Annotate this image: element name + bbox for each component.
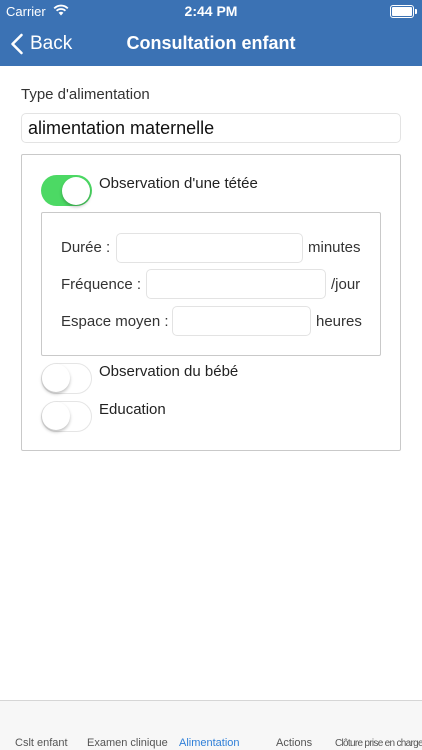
toggle-knob xyxy=(42,364,70,392)
frequency-label: Fréquence : xyxy=(61,276,142,293)
baby-observation-label: Observation du bébé xyxy=(99,363,239,380)
average-interval-input[interactable] xyxy=(172,306,311,336)
education-label: Education xyxy=(99,401,166,418)
status-time: 2:44 PM xyxy=(184,3,238,19)
feeding-observation-toggle[interactable] xyxy=(41,175,92,206)
duration-label: Durée : xyxy=(61,239,111,256)
feeding-fields-box: Durée : minutes Fréquence : /jour Espace… xyxy=(41,212,381,356)
tab-bar: Cslt enfant Examen clinique Alimentation… xyxy=(0,700,422,750)
baby-observation-toggle[interactable] xyxy=(41,363,92,394)
tab-cslt-enfant[interactable]: Cslt enfant xyxy=(15,737,68,749)
average-interval-unit: heures xyxy=(316,313,362,330)
education-toggle[interactable] xyxy=(41,401,92,432)
navigation-bar: Carrier 2:44 PM Back Consultation enfant xyxy=(0,0,422,66)
tab-examen-clinique[interactable]: Examen clinique xyxy=(87,737,168,749)
tab-alimentation[interactable]: Alimentation xyxy=(179,737,240,749)
status-bar: Carrier 2:44 PM xyxy=(0,0,422,22)
frequency-input[interactable] xyxy=(146,269,326,299)
feeding-observation-label: Observation d'une tétée xyxy=(99,175,258,192)
tab-cloture-prise-en-charge[interactable]: Clôture prise en charge xyxy=(335,738,422,749)
feeding-type-label: Type d'alimentation xyxy=(21,86,150,103)
tab-actions[interactable]: Actions xyxy=(276,737,312,749)
battery-icon xyxy=(390,5,417,18)
average-interval-label: Espace moyen : xyxy=(61,313,169,330)
duration-input[interactable] xyxy=(116,233,303,263)
page-title: Consultation enfant xyxy=(126,33,296,53)
toggle-knob xyxy=(42,402,70,430)
duration-unit: minutes xyxy=(308,239,361,256)
frequency-unit: /jour xyxy=(331,276,361,293)
toggle-knob xyxy=(62,176,90,205)
feeding-type-select[interactable]: alimentation maternelle xyxy=(21,113,401,143)
